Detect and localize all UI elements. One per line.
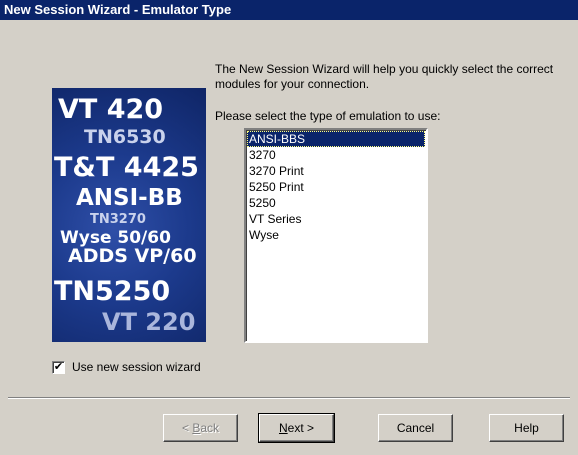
cancel-label: Cancel <box>396 421 435 435</box>
emulation-prompt: Please select the type of emulation to u… <box>215 109 441 123</box>
emulation-option[interactable]: 3270 Print <box>247 163 425 179</box>
cancel-button[interactable]: Cancel <box>378 414 453 442</box>
new-session-wizard-dialog: New Session Wizard - Emulator Type VT 42… <box>0 0 578 455</box>
emulation-type-listbox[interactable]: ANSI-BBS 3270 3270 Print 5250 Print 5250 VT S… <box>244 128 428 343</box>
banner-term-ansi-bb: ANSI-BB <box>76 185 183 211</box>
banner-term-vt220: VT 220 <box>102 308 196 336</box>
banner-term-tt4425: T&T 4425 <box>54 152 199 183</box>
back-prefix: < <box>181 421 193 435</box>
use-session-wizard-label: Use new session wizard <box>72 360 201 374</box>
banner-term-adds: ADDS VP/60 <box>68 245 197 267</box>
next-button[interactable]: Next > <box>258 413 335 443</box>
banner-term-vt420: VT 420 <box>58 94 164 125</box>
emulation-option[interactable]: 5250 Print <box>247 179 425 195</box>
button-separator <box>8 397 570 399</box>
emulation-option[interactable]: 5250 <box>247 195 425 211</box>
back-button[interactable]: < Back <box>163 414 238 442</box>
emulator-banner-image: VT 420 TN6530 T&T 4425 ANSI-BB TN3270 Wy… <box>52 88 206 342</box>
back-rest: ack <box>200 421 220 435</box>
next-accel: N <box>278 421 288 435</box>
emulation-option[interactable]: 3270 <box>247 147 425 163</box>
use-session-wizard-checkbox[interactable]: ✔ <box>52 360 65 374</box>
window-title: New Session Wizard - Emulator Type <box>4 2 232 17</box>
emulation-option[interactable]: Wyse <box>247 227 425 243</box>
emulation-option[interactable]: VT Series <box>247 211 425 227</box>
banner-term-tn5250: TN5250 <box>54 276 171 307</box>
intro-text: The New Session Wizard will help you qui… <box>215 62 554 91</box>
next-rest: ext > <box>287 421 315 435</box>
banner-term-tn3270: TN3270 <box>90 212 146 227</box>
checkmark-icon: ✔ <box>53 360 64 373</box>
banner-term-tn6530: TN6530 <box>84 126 166 148</box>
title-bar[interactable]: New Session Wizard - Emulator Type <box>0 0 578 20</box>
use-session-wizard-option[interactable]: ✔ Use new session wizard <box>52 359 201 375</box>
help-button[interactable]: Help <box>489 414 564 442</box>
emulation-option[interactable]: ANSI-BBS <box>247 131 425 147</box>
help-label: Help <box>514 421 539 435</box>
